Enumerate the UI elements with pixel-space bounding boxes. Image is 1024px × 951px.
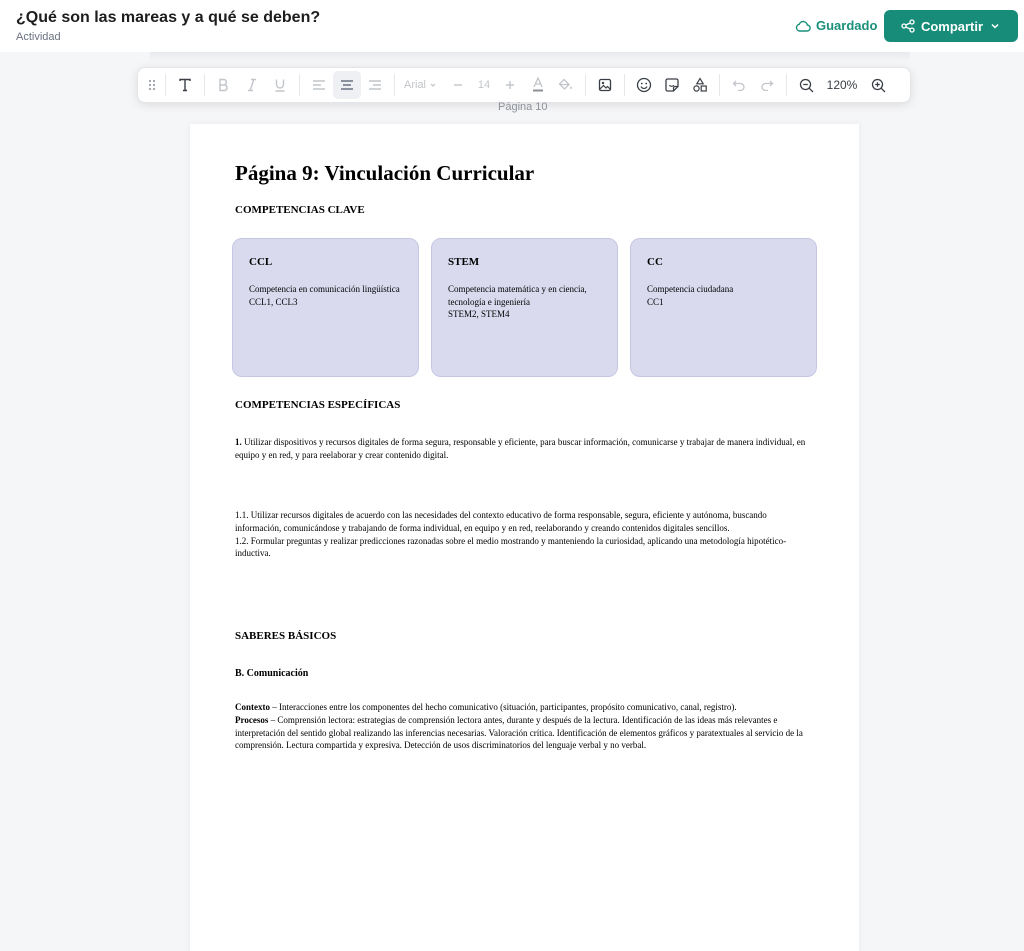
toolbar-divider	[165, 74, 166, 96]
card-description: Competencia en comunicación lingüística …	[249, 283, 409, 308]
underline-icon[interactable]	[266, 71, 294, 99]
font-family-select[interactable]: Arial	[400, 79, 444, 91]
card-title: STEM	[448, 256, 480, 268]
zoom-in-icon[interactable]	[864, 71, 892, 99]
card-description: Competencia matemática y en ciencia, tec…	[448, 283, 608, 321]
zoom-out-icon[interactable]	[792, 71, 820, 99]
card-title: CC	[647, 256, 663, 268]
share-button-label: Compartir	[920, 18, 984, 34]
italic-icon[interactable]	[238, 71, 266, 99]
process-paragraph: Procesos – Comprensión lectora: estrateg…	[235, 714, 815, 752]
header-shadow	[150, 52, 910, 62]
specific-competencies-title[interactable]: COMPETENCIAS ESPECÍFICAS	[235, 399, 400, 411]
knowledge-content[interactable]: Contexto – Interacciones entre los compo…	[235, 701, 815, 752]
share-icon	[901, 19, 915, 33]
save-status-label: Guardado	[816, 18, 878, 33]
card-desc-text: Competencia en comunicación lingüística	[249, 284, 400, 294]
font-family-value: Arial	[404, 79, 427, 91]
fill-color-icon[interactable]	[552, 71, 580, 99]
page-heading[interactable]: Página 9: Vinculación Curricular	[235, 161, 534, 186]
drag-handle-icon[interactable]	[144, 71, 160, 99]
text-tool-icon[interactable]	[171, 71, 199, 99]
editor-toolbar: Arial 14 120%	[137, 67, 911, 103]
specific-competency-text[interactable]: 1. Utilizar dispositivos y recursos digi…	[235, 436, 815, 462]
chevron-down-icon	[429, 81, 437, 89]
competency-card-stem[interactable]: STEM Competencia matemática y en ciencia…	[431, 238, 618, 377]
card-codes: CCL1, CCL3	[249, 296, 298, 307]
toolbar-divider	[786, 74, 787, 96]
align-center-icon[interactable]	[333, 71, 361, 99]
page-number-label: Página 10	[498, 101, 548, 113]
align-left-icon[interactable]	[305, 71, 333, 99]
process-text: – Comprensión lectora: estrategias de co…	[235, 714, 803, 751]
criteria-2: 1.2. Formular preguntas y realizar predi…	[235, 535, 787, 559]
card-desc-text: Competencia matemática y en ciencia, tec…	[448, 284, 587, 307]
toolbar-divider	[719, 74, 720, 96]
cloud-icon	[795, 20, 811, 32]
block-title[interactable]: B. Comunicación	[235, 668, 308, 679]
zoom-level[interactable]: 120%	[820, 78, 864, 92]
toolbar-divider	[394, 74, 395, 96]
card-description: Competencia ciudadana CC1	[647, 283, 807, 308]
card-codes: STEM2, STEM4	[448, 309, 510, 319]
share-button[interactable]: Compartir	[884, 10, 1018, 42]
chevron-down-icon	[989, 20, 1001, 32]
toolbar-divider	[624, 74, 625, 96]
align-right-icon[interactable]	[361, 71, 389, 99]
basic-knowledge-title[interactable]: SABERES BÁSICOS	[235, 630, 336, 642]
context-text: – Interacciones entre los componentes de…	[270, 702, 737, 712]
sticker-icon[interactable]	[658, 71, 686, 99]
activity-type: Actividad	[16, 31, 61, 43]
evaluation-criteria[interactable]: 1.1. Utilizar recursos digitales de acue…	[235, 509, 815, 560]
toolbar-divider	[585, 74, 586, 96]
image-icon[interactable]	[591, 71, 619, 99]
toolbar-divider	[204, 74, 205, 96]
process-label: Procesos	[235, 714, 269, 725]
emoji-icon[interactable]	[630, 71, 658, 99]
font-size-value[interactable]: 14	[472, 79, 496, 91]
card-codes: CC1	[647, 296, 664, 307]
text-color-icon[interactable]	[524, 71, 552, 99]
card-title: CCL	[249, 256, 273, 268]
bold-icon[interactable]	[210, 71, 238, 99]
competency-card-cc[interactable]: CC Competencia ciudadana CC1	[630, 238, 817, 377]
shapes-icon[interactable]	[686, 71, 714, 99]
context-label: Contexto	[235, 702, 270, 712]
document-page[interactable]: Página 9: Vinculación Curricular COMPETE…	[190, 124, 859, 951]
toolbar-divider	[299, 74, 300, 96]
competency-number: 1.	[235, 437, 242, 447]
competency-card-ccl[interactable]: CCL Competencia en comunicación lingüíst…	[232, 238, 419, 377]
activity-title[interactable]: ¿Qué son las mareas y a qué se deben?	[16, 9, 320, 27]
competency-description: Utilizar dispositivos y recursos digital…	[235, 437, 806, 460]
card-desc-text: Competencia ciudadana	[647, 284, 734, 294]
key-competencies-title[interactable]: COMPETENCIAS CLAVE	[235, 204, 365, 216]
context-paragraph: Contexto – Interacciones entre los compo…	[235, 701, 815, 714]
save-status: Guardado	[795, 18, 877, 33]
redo-icon[interactable]	[753, 71, 781, 99]
top-bar: ¿Qué son las mareas y a qué se deben? Ac…	[0, 0, 1024, 52]
decrease-font-icon[interactable]	[444, 71, 472, 99]
criteria-1: 1.1. Utilizar recursos digitales de acue…	[235, 510, 767, 533]
undo-icon[interactable]	[725, 71, 753, 99]
increase-font-icon[interactable]	[496, 71, 524, 99]
